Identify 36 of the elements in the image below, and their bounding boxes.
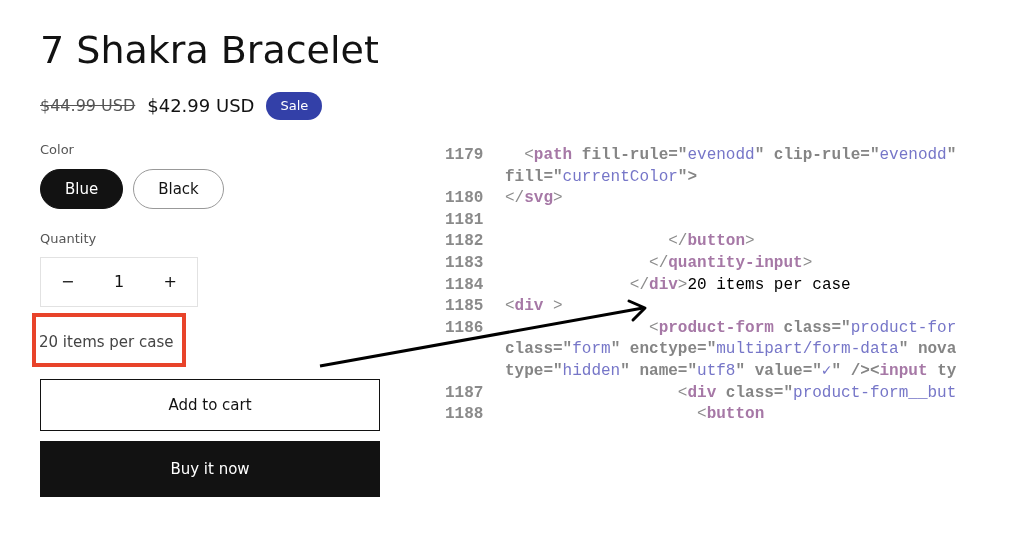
original-price: $44.99 USD (40, 94, 136, 117)
line-number: 1182 (445, 232, 484, 251)
code-line: </quantity-input> (648, 252, 813, 274)
line-number: 1184 (445, 275, 484, 294)
code-line: fill="currentColor"> (505, 166, 698, 188)
quantity-label: Quantity (40, 230, 97, 248)
quantity-value: 1 (113, 270, 125, 293)
color-option[interactable]: Blue (40, 169, 124, 209)
sale-badge: Sale (266, 92, 323, 120)
code-line: </svg> (505, 188, 563, 210)
code-line: </button> (667, 231, 755, 253)
line-number: 1186 (445, 318, 484, 337)
code-line: class="form" enctype="multipart/form-data" nova (505, 339, 957, 361)
line-number: 1181 (445, 210, 484, 229)
increase-button[interactable]: + (163, 269, 177, 294)
line-number: 1188 (445, 405, 484, 424)
product-title: 7 Shakra Bracelet (40, 27, 379, 74)
code-line: <div > (505, 296, 563, 318)
add-to-cart-button[interactable]: Add to cart (40, 379, 380, 431)
decrease-button[interactable]: − (61, 269, 75, 294)
line-number: 1185 (445, 297, 484, 316)
line-number: 1180 (445, 189, 484, 208)
code-line: <product-form class="product-for (648, 317, 957, 339)
line-number: 1179 (445, 146, 484, 164)
code-line: <button (696, 404, 765, 426)
buy-now-button[interactable]: Buy it now (40, 441, 380, 497)
code-line: <path fill-rule="evenodd" clip-rule="evenodd" (523, 145, 957, 166)
color-option[interactable]: Black (133, 169, 224, 209)
line-number: 1187 (445, 383, 484, 402)
code-line-with-annotation: </div>20 items per case (628, 274, 851, 296)
code-line: <div class="product-form__but (676, 382, 957, 404)
items-per-case-note: 20 items per case (32, 312, 186, 367)
sale-price: $42.99 USD (147, 94, 255, 119)
color-label: Color (40, 140, 74, 159)
line-number: 1183 (445, 253, 484, 272)
code-line: type="hidden" name="utf8" value="✓" /><input ty (505, 360, 957, 382)
